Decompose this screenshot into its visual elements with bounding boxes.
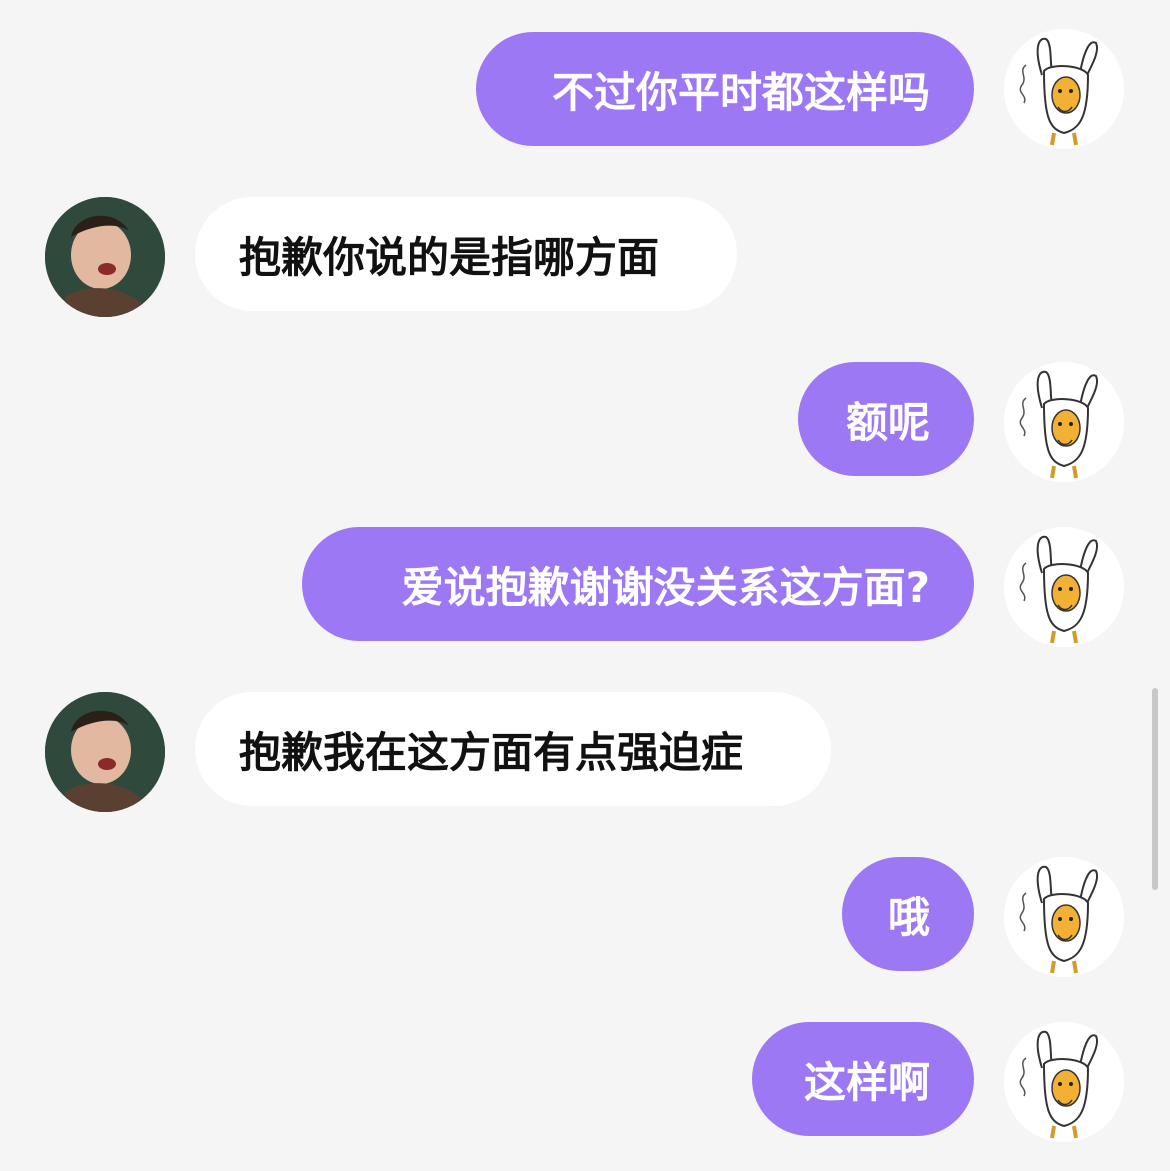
bunny-avatar-icon [1004,362,1124,482]
message-text: 爱说抱歉谢谢没关系这方面? [401,562,930,612]
bunny-avatar-icon [1004,527,1124,647]
bunny-avatar-icon [1004,857,1124,977]
message-text: 抱歉你说的是指哪方面 [239,232,660,282]
my-avatar[interactable] [1004,29,1124,149]
person-photo-icon [45,692,165,812]
message-bubble-outgoing[interactable]: 爱说抱歉谢谢没关系这方面? [302,527,974,641]
bunny-avatar-icon [1004,29,1124,149]
message-text: 哦 [887,892,930,942]
message-bubble-outgoing[interactable]: 哦 [842,857,974,971]
message-text: 抱歉我在这方面有点强迫症 [239,727,744,777]
message-bubble-outgoing[interactable]: 额呢 [798,362,974,476]
person-photo-icon [45,197,165,317]
message-text: 额呢 [845,397,930,447]
contact-avatar[interactable] [45,197,165,317]
message-bubble-incoming[interactable]: 抱歉我在这方面有点强迫症 [195,692,831,806]
my-avatar[interactable] [1004,362,1124,482]
message-bubble-outgoing[interactable]: 这样啊 [752,1022,974,1136]
message-text: 这样啊 [803,1057,930,1107]
scrollbar-thumb[interactable] [1152,688,1158,890]
message-text: 不过你平时都这样吗 [551,67,930,117]
contact-avatar[interactable] [45,692,165,812]
message-bubble-incoming[interactable]: 抱歉你说的是指哪方面 [195,197,737,311]
message-bubble-outgoing[interactable]: 不过你平时都这样吗 [476,32,974,146]
my-avatar[interactable] [1004,857,1124,977]
my-avatar[interactable] [1004,1022,1124,1142]
bunny-avatar-icon [1004,1022,1124,1142]
my-avatar[interactable] [1004,527,1124,647]
